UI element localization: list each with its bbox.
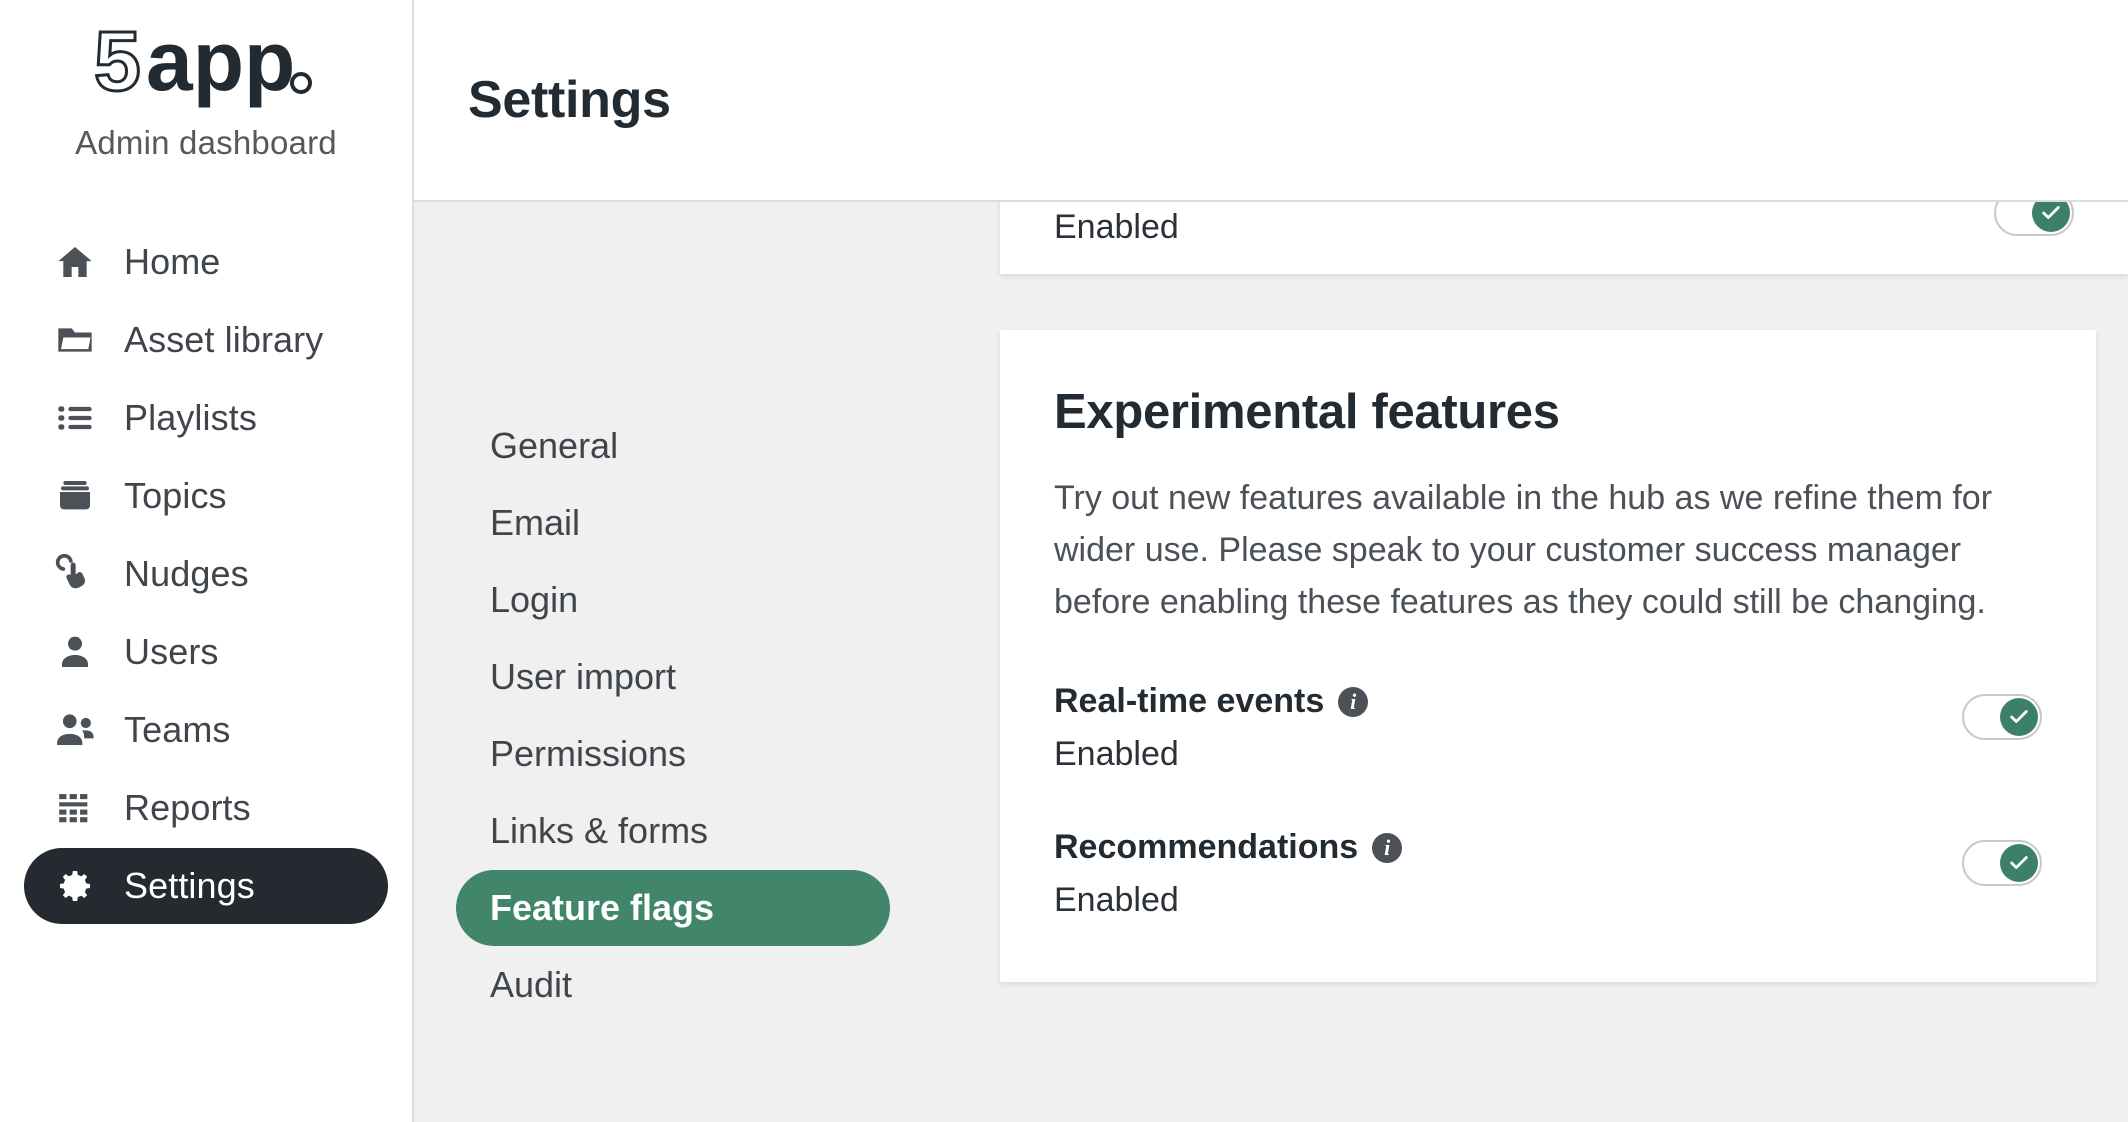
feature-flag-label: Recommendations xyxy=(1054,828,1359,866)
submenu-item-user-import[interactable]: User import xyxy=(456,639,1000,715)
feature-flag-row: Recommendations i Enabled xyxy=(1054,826,2042,920)
sidebar-item-label: Home xyxy=(124,241,221,282)
sidebar-item-settings[interactable]: Settings xyxy=(24,848,388,924)
submenu-item-general[interactable]: General xyxy=(456,408,1000,484)
users-group-icon xyxy=(52,707,98,753)
sidebar-item-teams[interactable]: Teams xyxy=(24,692,388,768)
settings-submenu: General Email Login User import Permissi… xyxy=(414,202,1000,1122)
card-experimental-features: Experimental features Try out new featur… xyxy=(1000,330,2096,982)
previous-feature-toggle[interactable] xyxy=(1994,202,2074,236)
sidebar-item-label: Topics xyxy=(124,475,227,516)
check-icon xyxy=(2010,856,2028,869)
sidebar-item-label: Asset library xyxy=(124,319,324,360)
card-previous-feature: Enabled xyxy=(1000,202,2128,274)
submenu-item-links-forms[interactable]: Links & forms xyxy=(456,793,1000,869)
archive-box-icon xyxy=(52,473,98,519)
5app-logo: 5 app xyxy=(94,22,312,108)
sidebar-item-label: Nudges xyxy=(124,553,249,594)
feature-flag-toggle-real-time-events[interactable] xyxy=(1962,694,2042,740)
app-root: 5 app Admin dashboard Home Asset library… xyxy=(0,0,2128,1122)
feature-flag-state: Enabled xyxy=(1054,735,1179,773)
submenu-item-feature-flags[interactable]: Feature flags xyxy=(456,870,890,946)
list-icon xyxy=(52,395,98,441)
folder-icon xyxy=(52,317,98,363)
feature-flag-toggle-recommendations[interactable] xyxy=(1962,840,2042,886)
previous-feature-state: Enabled xyxy=(1054,208,1179,246)
brand-block: 5 app Admin dashboard xyxy=(0,0,412,162)
info-icon[interactable]: i xyxy=(1338,686,1369,717)
submenu-item-email[interactable]: Email xyxy=(456,485,1000,561)
feature-flag-title: Real-time events i xyxy=(1054,682,1369,721)
sidebar-item-label: Settings xyxy=(124,865,255,906)
toggle-knob xyxy=(2000,698,2038,736)
sidebar-item-label: Users xyxy=(124,631,219,672)
main-area: Settings General Email Login User import… xyxy=(414,0,2128,1122)
brand-subtitle: Admin dashboard xyxy=(75,124,337,161)
sidebar-item-label: Reports xyxy=(124,787,251,828)
main-sidebar: 5 app Admin dashboard Home Asset library… xyxy=(0,0,414,1122)
sidebar-item-home[interactable]: Home xyxy=(24,224,388,300)
sidebar-item-playlists[interactable]: Playlists xyxy=(24,380,388,456)
sidebar-item-users[interactable]: Users xyxy=(24,614,388,690)
home-icon xyxy=(52,239,98,285)
toggle-knob xyxy=(2000,844,2038,882)
gear-icon xyxy=(52,863,98,909)
submenu-item-permissions[interactable]: Permissions xyxy=(456,716,1000,792)
sidebar-item-label: Teams xyxy=(124,709,231,750)
cards-column: Enabled Experimental features Try out ne… xyxy=(1000,202,2128,1122)
table-grid-icon xyxy=(52,785,98,831)
feature-flag-label: Real-time events xyxy=(1054,682,1325,720)
sidebar-item-asset-library[interactable]: Asset library xyxy=(24,302,388,378)
feature-flag-texts: Recommendations i Enabled xyxy=(1054,826,1403,920)
feature-flag-row: Real-time events i Enabled xyxy=(1054,680,2042,774)
card-heading: Experimental features xyxy=(1054,385,1560,439)
sidebar-item-label: Playlists xyxy=(124,397,257,438)
previous-feature-row: Enabled xyxy=(1054,202,2074,247)
feature-flag-title: Recommendations i xyxy=(1054,828,1403,867)
feature-flag-texts: Real-time events i Enabled xyxy=(1054,680,1369,774)
settings-content: General Email Login User import Permissi… xyxy=(414,202,2128,1122)
toggle-knob xyxy=(2032,202,2070,232)
submenu-item-login[interactable]: Login xyxy=(456,562,1000,638)
check-icon xyxy=(2010,710,2028,723)
check-icon xyxy=(2042,205,2060,219)
primary-nav: Home Asset library Playlists Topics Nudg… xyxy=(0,224,412,924)
sidebar-item-topics[interactable]: Topics xyxy=(24,458,388,534)
card-description: Try out new features available in the hu… xyxy=(1054,479,1993,621)
sidebar-item-nudges[interactable]: Nudges xyxy=(24,536,388,612)
feature-flag-state: Enabled xyxy=(1054,881,1179,919)
info-icon[interactable]: i xyxy=(1372,832,1403,863)
user-icon xyxy=(52,629,98,675)
svg-text:app: app xyxy=(146,22,295,108)
page-header: Settings xyxy=(414,0,2128,202)
sidebar-item-reports[interactable]: Reports xyxy=(24,770,388,846)
svg-text:5: 5 xyxy=(94,22,141,108)
hand-tap-icon xyxy=(52,551,98,597)
submenu-item-audit[interactable]: Audit xyxy=(456,947,1000,1023)
page-title: Settings xyxy=(468,71,671,129)
